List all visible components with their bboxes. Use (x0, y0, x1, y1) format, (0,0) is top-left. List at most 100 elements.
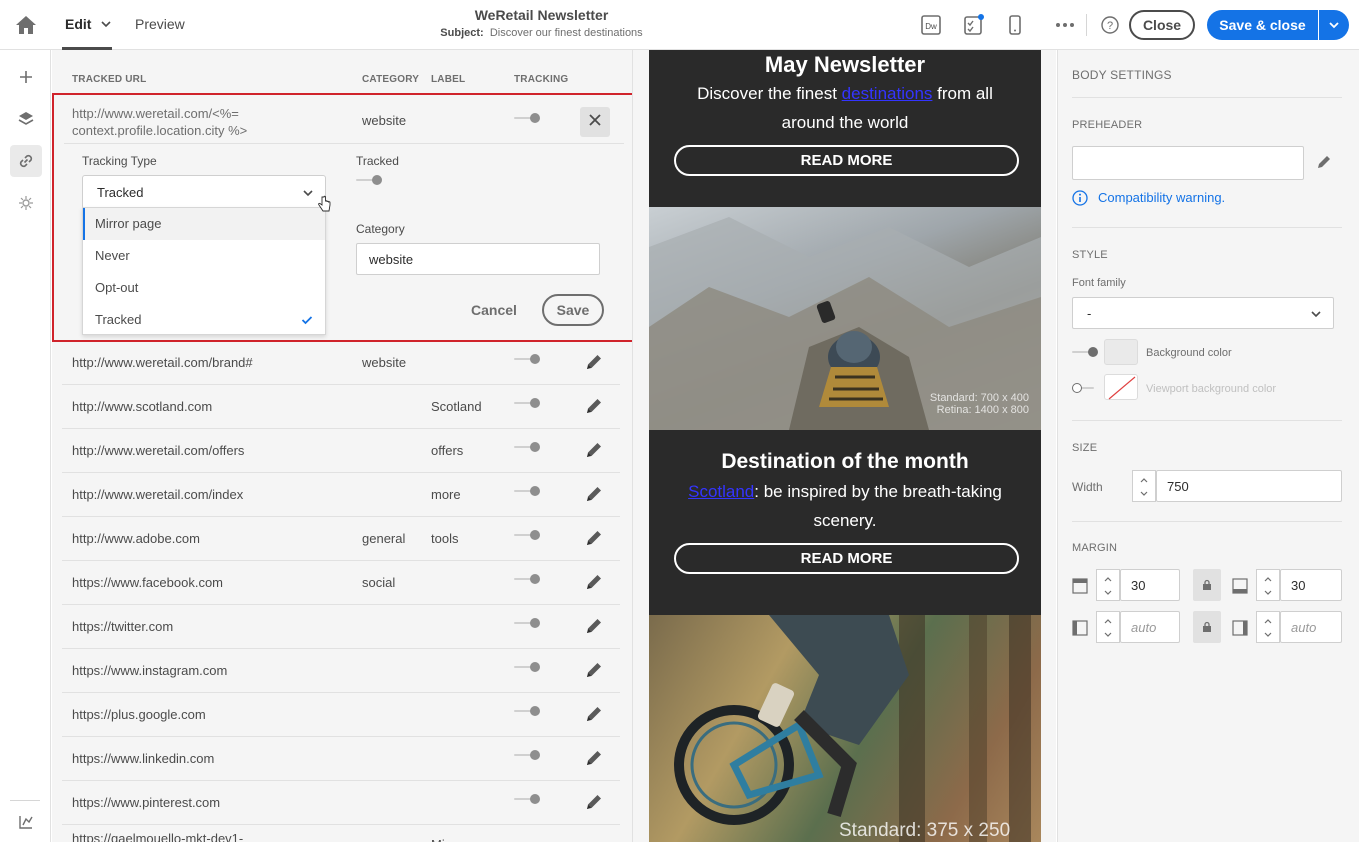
table-row[interactable]: https://www.linkedin.com (62, 737, 620, 781)
row-tracking-toggle[interactable] (514, 397, 540, 409)
margin-lock-button[interactable] (1193, 569, 1221, 601)
close-editor-button[interactable] (580, 107, 610, 137)
option-opt-out[interactable]: Opt-out (83, 272, 325, 304)
viewport-background-toggle[interactable] (1072, 382, 1098, 394)
layers-icon[interactable] (10, 103, 42, 135)
margin-right-stepper[interactable] (1256, 611, 1280, 643)
table-row[interactable]: https://twitter.com (62, 605, 620, 649)
image-size-caption: Standard: 700 x 400 Retina: 1400 x 800 (930, 392, 1029, 416)
destinations-link[interactable]: destinations (842, 84, 933, 103)
table-row[interactable]: http://www.adobe.com general tools (62, 517, 620, 561)
pencil-icon[interactable] (584, 352, 604, 372)
dreamweaver-icon[interactable]: Dw (920, 14, 942, 36)
tracking-type-select[interactable]: Tracked (82, 175, 326, 209)
background-color-toggle[interactable] (1072, 346, 1098, 358)
cancel-button[interactable]: Cancel (471, 302, 517, 318)
tab-preview[interactable]: Preview (135, 16, 185, 32)
pencil-icon[interactable] (584, 704, 604, 724)
personalization-icon[interactable] (10, 187, 42, 219)
close-button[interactable]: Close (1129, 10, 1195, 40)
width-input[interactable]: 750 (1156, 470, 1342, 502)
checklist-icon[interactable] (962, 14, 984, 36)
tracked-toggle[interactable] (356, 174, 382, 186)
margin-bottom-icon (1232, 578, 1248, 594)
pencil-icon[interactable] (584, 572, 604, 592)
pencil-icon[interactable] (584, 748, 604, 768)
pencil-icon[interactable] (584, 660, 604, 680)
add-icon[interactable] (10, 61, 42, 93)
svg-text:?: ? (1107, 20, 1113, 32)
category-input[interactable]: website (356, 243, 600, 275)
chevron-down-icon[interactable] (101, 19, 111, 29)
table-row[interactable]: https://www.facebook.com social (62, 561, 620, 605)
width-stepper[interactable] (1132, 470, 1156, 502)
row-category: general (362, 531, 406, 546)
background-color-swatch[interactable] (1104, 339, 1138, 365)
margin-right-input[interactable]: auto (1280, 611, 1342, 643)
margin-top-stepper[interactable] (1096, 569, 1120, 601)
option-mirror-page[interactable]: Mirror page (83, 208, 325, 240)
save-link-button[interactable]: Save (542, 294, 604, 326)
pencil-icon[interactable] (584, 792, 604, 812)
mobile-preview-icon[interactable] (1004, 14, 1026, 36)
structure-icon[interactable] (10, 806, 42, 838)
margin-left-input[interactable]: auto (1120, 611, 1180, 643)
table-row[interactable]: http://www.scotland.com Scotland (62, 385, 620, 429)
margin-lock-button-2[interactable] (1193, 611, 1221, 643)
table-row[interactable]: https://gaelmouello-mkt-dev1- Mirror (62, 825, 620, 842)
row-url: https://plus.google.com (72, 707, 206, 722)
scotland-link[interactable]: Scotland (688, 482, 754, 501)
table-row[interactable]: http://www.weretail.com/offers offers (62, 429, 620, 473)
table-row[interactable]: http://www.weretail.com/index more (62, 473, 620, 517)
read-more-button-2[interactable]: READ MORE (674, 543, 1019, 574)
links-icon[interactable] (10, 145, 42, 177)
row-tracking-toggle[interactable] (514, 749, 540, 761)
save-options-button[interactable] (1319, 10, 1349, 40)
row-tracking-toggle[interactable] (514, 485, 540, 497)
pencil-icon[interactable] (584, 616, 604, 636)
divider (1072, 420, 1342, 421)
help-icon[interactable]: ? (1099, 14, 1121, 36)
row-tracking-toggle[interactable] (514, 529, 540, 541)
destination-text: Scotland: be inspired by the breath-taki… (669, 477, 1021, 535)
top-bar: Edit Preview WeRetail Newsletter Subject… (0, 0, 1359, 50)
table-row[interactable]: https://www.instagram.com (62, 649, 620, 693)
row-tracking-toggle[interactable] (514, 617, 540, 629)
option-tracked[interactable]: Tracked (83, 304, 325, 336)
pencil-icon[interactable] (1316, 154, 1332, 170)
option-never[interactable]: Never (83, 240, 325, 272)
pencil-icon[interactable] (584, 440, 604, 460)
row-category: social (362, 575, 396, 590)
margin-bottom-input[interactable]: 30 (1280, 569, 1342, 601)
table-row[interactable]: http://www.weretail.com/brand# website (62, 341, 620, 385)
tab-edit[interactable]: Edit (65, 16, 91, 32)
email-body[interactable]: May Newsletter Discover the finest desti… (649, 50, 1041, 842)
row-tracking-toggle[interactable] (514, 705, 540, 717)
compatibility-warning-link[interactable]: Compatibility warning. (1098, 190, 1225, 205)
lock-icon (1203, 579, 1211, 590)
margin-bottom-stepper[interactable] (1256, 569, 1280, 601)
more-options-icon[interactable] (1054, 14, 1076, 36)
save-close-button[interactable]: Save & close (1207, 10, 1318, 40)
row-tracking-toggle[interactable] (514, 573, 540, 585)
caption1-line1: Standard: 700 x 400 (929, 392, 1029, 404)
tracking-toggle[interactable] (514, 112, 540, 124)
tracking-type-label: Tracking Type (82, 154, 157, 168)
table-row[interactable]: https://plus.google.com (62, 693, 620, 737)
margin-left-stepper[interactable] (1096, 611, 1120, 643)
font-family-select[interactable]: - (1072, 297, 1334, 329)
row-tracking-toggle[interactable] (514, 793, 540, 805)
row-tracking-toggle[interactable] (514, 353, 540, 365)
read-more-button[interactable]: READ MORE (674, 145, 1019, 176)
margin-top-input[interactable]: 30 (1120, 569, 1180, 601)
pencil-icon[interactable] (584, 484, 604, 504)
viewport-background-swatch[interactable] (1104, 374, 1138, 400)
row-tracking-toggle[interactable] (514, 441, 540, 453)
home-icon[interactable] (14, 13, 38, 37)
row-tracking-toggle[interactable] (514, 661, 540, 673)
preheader-input[interactable] (1072, 146, 1304, 180)
pencil-icon[interactable] (584, 396, 604, 416)
table-row[interactable]: https://www.pinterest.com (62, 781, 620, 825)
margin-top-icon (1072, 578, 1088, 594)
pencil-icon[interactable] (584, 528, 604, 548)
